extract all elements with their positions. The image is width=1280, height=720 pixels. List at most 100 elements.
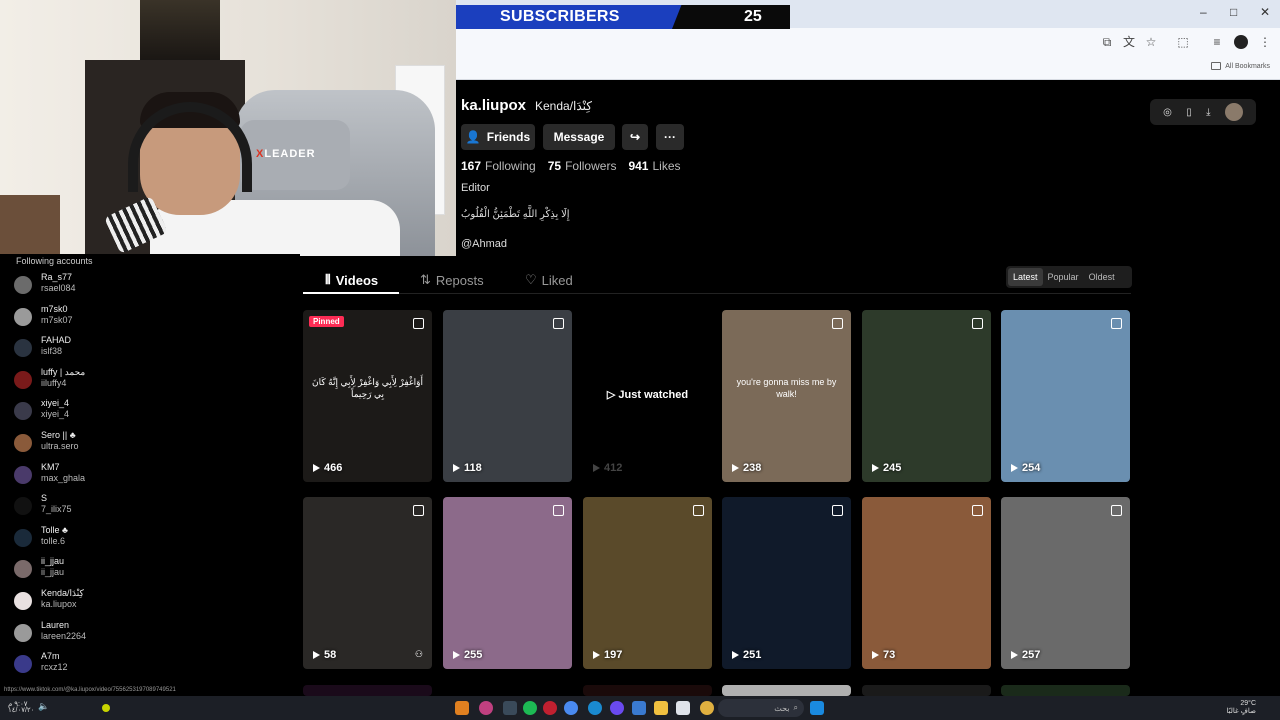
chrome-icon[interactable]: [564, 701, 578, 715]
friends-button[interactable]: 👤 Friends: [461, 124, 535, 150]
download-icon[interactable]: ⤓: [1206, 107, 1210, 118]
video-card[interactable]: you're gonna miss me by walk! 238: [722, 310, 851, 482]
account-name: Ra_s77: [41, 272, 73, 282]
followers-stat[interactable]: 75 Followers: [548, 159, 617, 173]
media-icon[interactable]: ≡: [1210, 35, 1224, 49]
grid-icon: ⦀: [325, 272, 331, 287]
friends-label: Friends: [486, 130, 531, 144]
avatar: [14, 276, 32, 294]
maximize-button[interactable]: □: [1230, 5, 1237, 19]
star-icon[interactable]: ☆: [1144, 35, 1158, 49]
account-handle: 7_ilix75: [41, 504, 72, 515]
tab-reposts[interactable]: ⇅ Reposts: [420, 272, 484, 288]
translate-icon[interactable]: 文: [1122, 35, 1136, 49]
avatar: [14, 560, 32, 579]
account-name: FAHAD: [41, 335, 72, 346]
message-button[interactable]: Message: [543, 124, 615, 150]
video-card[interactable]: Pinned أَوَاغْفِرْ لِأَبِي وَاغْفِرْ لِأَ…: [303, 310, 432, 482]
view-count: 251: [732, 649, 761, 661]
following-account-item[interactable]: KM7 max_ghala: [14, 462, 214, 490]
spotify-icon[interactable]: [523, 701, 537, 715]
following-account-item[interactable]: FAHAD islf38: [14, 335, 214, 363]
tray-app-icon[interactable]: [102, 704, 110, 712]
video-card[interactable]: 254: [1001, 310, 1130, 482]
profile-stats: 167 Following 75 Followers 941 Likes: [461, 159, 681, 173]
volume-icon[interactable]: 🔈: [38, 701, 52, 715]
app-icon[interactable]: [632, 701, 646, 715]
play-icon: [872, 464, 879, 472]
following-stat[interactable]: 167 Following: [461, 159, 536, 173]
video-card[interactable]: 255: [443, 497, 572, 669]
tab-videos[interactable]: ⦀ Videos: [325, 272, 378, 288]
user-avatar[interactable]: [1224, 103, 1243, 121]
video-card-partial[interactable]: [862, 685, 991, 696]
sort-oldest[interactable]: Oldest: [1084, 268, 1120, 286]
following-account-item[interactable]: m7sk0 m7sk07: [14, 304, 214, 332]
following-account-item[interactable]: Ra_s77 rsael084: [14, 272, 214, 300]
taskbar-search[interactable]: بحث ⌕: [718, 699, 804, 717]
following-account-item[interactable]: luffy | محمد iiluffy4: [14, 367, 214, 395]
following-account-item[interactable]: Sero || ♣ ultra.sero: [14, 430, 214, 458]
file-explorer-icon[interactable]: [654, 701, 668, 715]
bio-line-1: Editor: [461, 182, 490, 194]
video-card[interactable]: ▷ Just watched 412: [583, 310, 712, 482]
video-card-partial[interactable]: [722, 685, 851, 696]
app-icon[interactable]: [676, 701, 690, 715]
menu-icon[interactable]: ⋮: [1258, 35, 1272, 49]
video-card-partial[interactable]: [1001, 685, 1130, 696]
video-card[interactable]: 58 ⚇: [303, 497, 432, 669]
photo-mode-icon: [972, 505, 983, 516]
app-icon[interactable]: [503, 701, 517, 715]
sort-popular[interactable]: Popular: [1043, 268, 1084, 286]
more-button[interactable]: ···: [656, 124, 684, 150]
tab-liked[interactable]: ♡ Liked: [525, 272, 573, 288]
cast-icon[interactable]: ⧉: [1100, 35, 1114, 49]
video-card-partial[interactable]: [303, 685, 432, 696]
profile-icon[interactable]: [1234, 35, 1248, 49]
photo-mode-icon: [553, 505, 564, 516]
video-card[interactable]: 197: [583, 497, 712, 669]
video-card[interactable]: 245: [862, 310, 991, 482]
video-card[interactable]: 257: [1001, 497, 1130, 669]
video-card[interactable]: 73: [862, 497, 991, 669]
video-card[interactable]: 118: [443, 310, 572, 482]
following-account-item[interactable]: xiyei_4 xiyei_4: [14, 398, 214, 426]
sort-latest[interactable]: Latest: [1008, 268, 1043, 286]
play-icon: [453, 464, 460, 472]
all-bookmarks-button[interactable]: All Bookmarks: [1211, 62, 1270, 70]
app-icon[interactable]: [610, 701, 624, 715]
compass-icon[interactable]: ◎: [1163, 107, 1172, 118]
play-icon: [1011, 464, 1018, 472]
repost-icon: ⇅: [420, 272, 431, 287]
account-handle: max_ghala: [41, 472, 86, 483]
edge-icon[interactable]: [588, 701, 602, 715]
taskbar-clock[interactable]: ٩:٠٧ م ١٤/٠٧/٢٠: [8, 701, 34, 714]
account-name: ii_jjau: [41, 556, 65, 567]
close-window-button[interactable]: ✕: [1260, 5, 1270, 19]
tab-videos-label: Videos: [335, 272, 379, 288]
photo-mode-icon: [693, 505, 704, 516]
start-icon[interactable]: [810, 701, 824, 715]
video-card-partial[interactable]: [583, 685, 712, 696]
extensions-icon[interactable]: ⬚: [1176, 35, 1190, 49]
following-account-item[interactable]: S 7_ilix75: [14, 493, 214, 521]
app-icon[interactable]: [479, 701, 493, 715]
minimize-button[interactable]: –: [1200, 5, 1207, 19]
following-account-item[interactable]: A7m rcxz12: [14, 651, 214, 679]
device-icon[interactable]: ▯: [1186, 107, 1192, 118]
account-name: Tolle ♣: [41, 524, 68, 535]
taskbar-weather[interactable]: 29°C صافٍ غالبًا: [1227, 700, 1256, 716]
app-icon[interactable]: [543, 701, 557, 715]
following-account-item[interactable]: Lauren lareen2264: [14, 620, 214, 648]
share-button[interactable]: ↪: [622, 124, 648, 150]
video-card[interactable]: 251: [722, 497, 851, 669]
taskbar: ٩:٠٧ م ١٤/٠٧/٢٠ 🔈 بحث ⌕ 29°C صافٍ غالبًا: [0, 696, 1280, 720]
weather-icon[interactable]: [700, 701, 714, 715]
app-icon[interactable]: [455, 701, 469, 715]
bio-line-3[interactable]: @Ahmad: [461, 238, 507, 250]
following-account-item[interactable]: Tolle ♣ tolle.6: [14, 525, 214, 553]
following-account-item[interactable]: Kenda/كِنْدَا ka.liupox: [14, 588, 214, 616]
account-name: m7sk0: [41, 303, 68, 314]
following-account-item[interactable]: ii_jjau ii_jjau: [14, 556, 214, 584]
photo-mode-icon: [832, 505, 843, 516]
